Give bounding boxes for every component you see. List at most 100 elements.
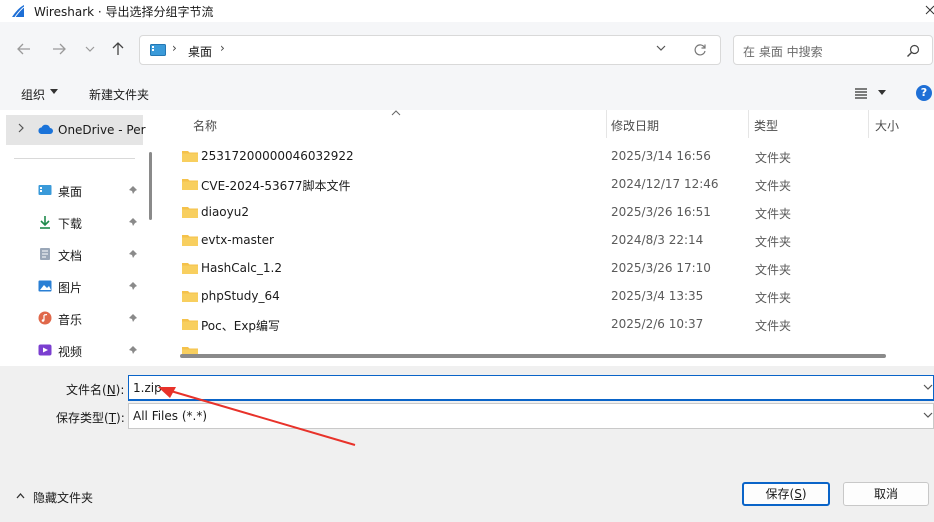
- file-name: diaoyu2: [201, 205, 249, 219]
- pin-icon[interactable]: [128, 313, 138, 323]
- hide-folders-toggle[interactable]: 隐藏文件夹: [33, 489, 93, 506]
- organize-button[interactable]: 组织: [21, 86, 45, 103]
- horizontal-scrollbar[interactable]: [180, 354, 886, 358]
- up-button[interactable]: [109, 40, 127, 58]
- refresh-icon[interactable]: [693, 43, 707, 57]
- chevron-down-icon: [85, 46, 95, 52]
- filename-label: 文件名(N):: [66, 383, 125, 397]
- file-date: 2024/8/3 22:14: [611, 233, 704, 247]
- list-item[interactable]: 25317200000046032922 2025/3/14 16:56 文件夹: [160, 142, 934, 170]
- sort-ascending-icon: [391, 110, 401, 116]
- search-box[interactable]: 在 桌面 中搜索: [733, 35, 933, 65]
- save-button[interactable]: 保存(S): [742, 482, 830, 506]
- sidebar-item-label: 文档: [58, 249, 83, 263]
- arrow-up-icon: [112, 42, 124, 55]
- chevron-down-icon[interactable]: [923, 412, 933, 418]
- column-header-size[interactable]: 大小: [875, 117, 899, 134]
- list-item[interactable]: Poc、Exp编写 2025/2/6 10:37 文件夹: [160, 310, 934, 338]
- desktop-icon: [38, 185, 52, 195]
- search-placeholder: 在 桌面 中搜索: [743, 45, 823, 59]
- folder-icon: [182, 179, 198, 190]
- sidebar-item-label: 音乐: [58, 313, 83, 327]
- sidebar-item-videos[interactable]: 视频: [0, 337, 145, 365]
- file-type: 文件夹: [755, 235, 792, 249]
- folder-icon: [182, 207, 198, 218]
- sidebar-item-desktop[interactable]: 桌面: [0, 177, 145, 205]
- video-icon: [38, 344, 52, 356]
- title-bar: Wireshark · 导出选择分组字节流: [0, 0, 934, 22]
- help-button[interactable]: ?: [916, 85, 932, 101]
- sidebar-item-pictures[interactable]: 图片: [0, 273, 145, 301]
- view-options-icon[interactable]: [854, 87, 868, 99]
- file-date: 2025/2/6 10:37: [611, 317, 704, 331]
- chevron-up-icon[interactable]: [16, 493, 25, 499]
- recent-locations-button[interactable]: [81, 40, 99, 58]
- pin-icon[interactable]: [128, 281, 138, 291]
- file-name: evtx-master: [201, 233, 274, 247]
- sidebar-item-label: OneDrive - Per: [58, 123, 146, 137]
- download-icon: [40, 216, 50, 229]
- caret-down-icon[interactable]: [878, 90, 886, 95]
- column-header-date[interactable]: 修改日期: [611, 117, 659, 134]
- navigation-pane: OneDrive - Per 桌面 下载 文档 图片 音乐 视频: [0, 110, 160, 366]
- file-date: 2025/3/4 13:35: [611, 289, 704, 303]
- column-divider[interactable]: [868, 110, 869, 138]
- sidebar-item-music[interactable]: 音乐: [0, 305, 145, 333]
- address-bar[interactable]: › 桌面 ›: [139, 35, 721, 65]
- column-divider[interactable]: [606, 110, 607, 138]
- chevron-right-icon[interactable]: [18, 123, 24, 133]
- list-item[interactable]: HashCalc_1.2 2025/3/26 17:10 文件夹: [160, 254, 934, 282]
- sidebar-item-documents[interactable]: 文档: [0, 241, 145, 269]
- pin-icon[interactable]: [128, 217, 138, 227]
- annotation-arrow: [158, 387, 356, 446]
- pin-icon[interactable]: [128, 345, 138, 355]
- file-type: 文件夹: [755, 319, 792, 333]
- forward-button[interactable]: [50, 40, 68, 58]
- file-type: 文件夹: [755, 151, 792, 165]
- column-headers: 名称 修改日期 类型 大小: [160, 110, 934, 138]
- list-item[interactable]: phpStudy_64 2025/3/4 13:35 文件夹: [160, 282, 934, 310]
- window-title: Wireshark · 导出选择分组字节流: [34, 4, 214, 19]
- navigation-bar: › 桌面 › 在 桌面 中搜索: [0, 22, 934, 78]
- chevron-down-icon[interactable]: [923, 384, 933, 390]
- file-name: Poc、Exp编写: [201, 319, 281, 333]
- sidebar-item-label: 桌面: [58, 185, 83, 199]
- column-divider[interactable]: [748, 110, 749, 138]
- save-form: 文件名(N): 1.zip 保存类型(T): All Files (*.*) 隐…: [0, 366, 934, 522]
- music-icon: [38, 311, 52, 325]
- sidebar-item-downloads[interactable]: 下载: [0, 209, 145, 237]
- sidebar-item-label: 图片: [58, 281, 83, 295]
- cancel-button[interactable]: 取消: [843, 482, 929, 506]
- command-bar: 组织 新建文件夹 ?: [0, 78, 934, 110]
- column-header-type[interactable]: 类型: [754, 117, 778, 134]
- list-item[interactable]: diaoyu2 2025/3/26 16:51 文件夹: [160, 198, 934, 226]
- sidebar-item-onedrive[interactable]: OneDrive - Per: [6, 115, 146, 145]
- wireshark-icon: [12, 5, 25, 18]
- breadcrumb-separator: ›: [172, 41, 177, 55]
- list-item[interactable]: evtx-master 2024/8/3 22:14 文件夹: [160, 226, 934, 254]
- file-type: 文件夹: [755, 291, 792, 305]
- file-name: 25317200000046032922: [201, 149, 354, 163]
- file-name: HashCalc_1.2: [201, 261, 282, 275]
- folder-icon: [182, 235, 198, 246]
- file-date: 2025/3/14 16:56: [611, 149, 711, 163]
- breadcrumb-separator[interactable]: ›: [220, 41, 225, 55]
- close-button[interactable]: [920, 0, 934, 22]
- pin-icon[interactable]: [128, 249, 138, 259]
- divider: [14, 158, 135, 159]
- caret-down-icon[interactable]: [50, 89, 58, 94]
- back-button[interactable]: [15, 40, 33, 58]
- list-item[interactable]: [160, 338, 934, 354]
- breadcrumb-desktop[interactable]: 桌面: [188, 43, 212, 60]
- desktop-icon: [150, 44, 166, 56]
- search-icon: [907, 44, 920, 57]
- new-folder-button[interactable]: 新建文件夹: [89, 86, 149, 103]
- file-name: CVE-2024-53677脚本文件: [201, 179, 351, 193]
- sidebar-scrollbar[interactable]: [149, 152, 152, 220]
- column-header-name[interactable]: 名称: [193, 117, 217, 134]
- chevron-down-icon[interactable]: [656, 45, 666, 51]
- file-type: 文件夹: [755, 207, 792, 221]
- pin-icon[interactable]: [128, 185, 138, 195]
- folder-icon: [182, 319, 198, 330]
- list-item[interactable]: CVE-2024-53677脚本文件 2024/12/17 12:46 文件夹: [160, 170, 934, 198]
